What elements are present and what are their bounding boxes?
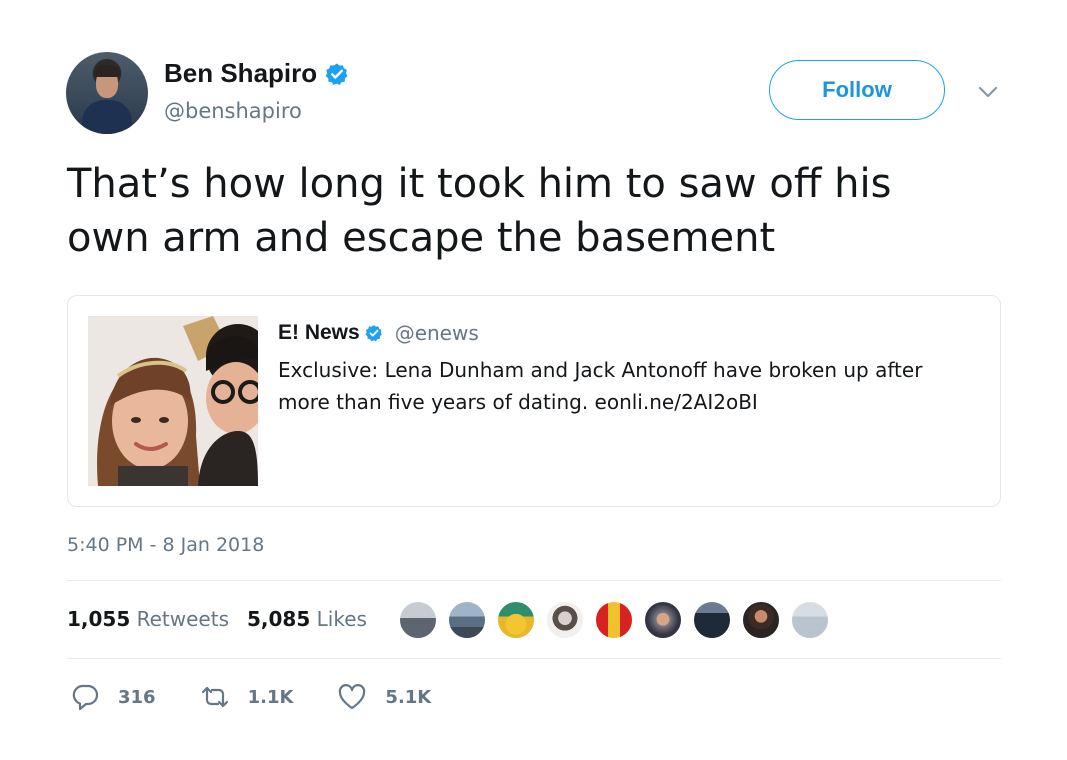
liker-avatar[interactable] (496, 600, 536, 640)
verified-badge-icon (365, 325, 382, 342)
retweets-label: Retweets (136, 607, 229, 631)
liker-avatar[interactable] (692, 600, 732, 640)
chevron-down-icon[interactable] (976, 80, 1000, 104)
quoted-author-name[interactable]: E! News (278, 321, 360, 345)
liker-avatar[interactable] (594, 600, 634, 640)
author-avatar[interactable] (66, 52, 148, 134)
quoted-author-handle[interactable]: @enews (395, 321, 479, 345)
quoted-tweet-text: Exclusive: Lena Dunham and Jack Antonoff… (278, 358, 923, 414)
quoted-tweet[interactable]: E! News @enews Exclusive: Lena Dunham an… (67, 295, 1001, 507)
quoted-tweet-author: E! News @enews (278, 321, 479, 345)
liker-avatar[interactable] (545, 600, 585, 640)
liker-avatar[interactable] (790, 600, 830, 640)
like-count: 5.1K (385, 686, 432, 708)
retweets-stat[interactable]: 1,055 Retweets (67, 607, 229, 631)
tweet-actions: 316 1.1K 5.1K (70, 682, 475, 712)
follow-button[interactable]: Follow (769, 60, 945, 120)
tweet-timestamp[interactable]: 5:40 PM - 8 Jan 2018 (67, 534, 264, 556)
divider (67, 658, 1001, 659)
tweet-stats: 1,055 Retweets 5,085 Likes (67, 607, 385, 631)
likes-count: 5,085 (247, 607, 311, 631)
author-display-name[interactable]: Ben Shapiro (164, 58, 317, 89)
likes-label: Likes (316, 607, 367, 631)
reply-button[interactable]: 316 (70, 682, 156, 712)
retweet-icon (201, 686, 228, 708)
liker-avatar[interactable] (447, 600, 487, 640)
retweet-count: 1.1K (247, 686, 294, 708)
heart-icon (339, 684, 366, 710)
retweet-button[interactable]: 1.1K (200, 682, 294, 712)
liker-avatar[interactable] (643, 600, 683, 640)
liker-avatar[interactable] (398, 600, 438, 640)
reply-icon (72, 684, 99, 711)
quoted-tweet-image[interactable] (88, 316, 258, 486)
tweet-card: Ben Shapiro @benshapiro Follow That’s ho… (0, 0, 1067, 760)
liker-avatars (398, 600, 839, 640)
author-handle[interactable]: @benshapiro (164, 99, 302, 123)
liker-avatar[interactable] (741, 600, 781, 640)
verified-badge-icon (325, 63, 348, 85)
divider (67, 580, 1001, 581)
retweets-count: 1,055 (67, 607, 131, 631)
tweet-text: That’s how long it took him to saw off h… (67, 161, 892, 261)
likes-stat[interactable]: 5,085 Likes (247, 607, 367, 631)
like-button[interactable]: 5.1K (337, 682, 431, 712)
author-name-row: Ben Shapiro (164, 58, 349, 89)
reply-count: 316 (118, 686, 156, 708)
